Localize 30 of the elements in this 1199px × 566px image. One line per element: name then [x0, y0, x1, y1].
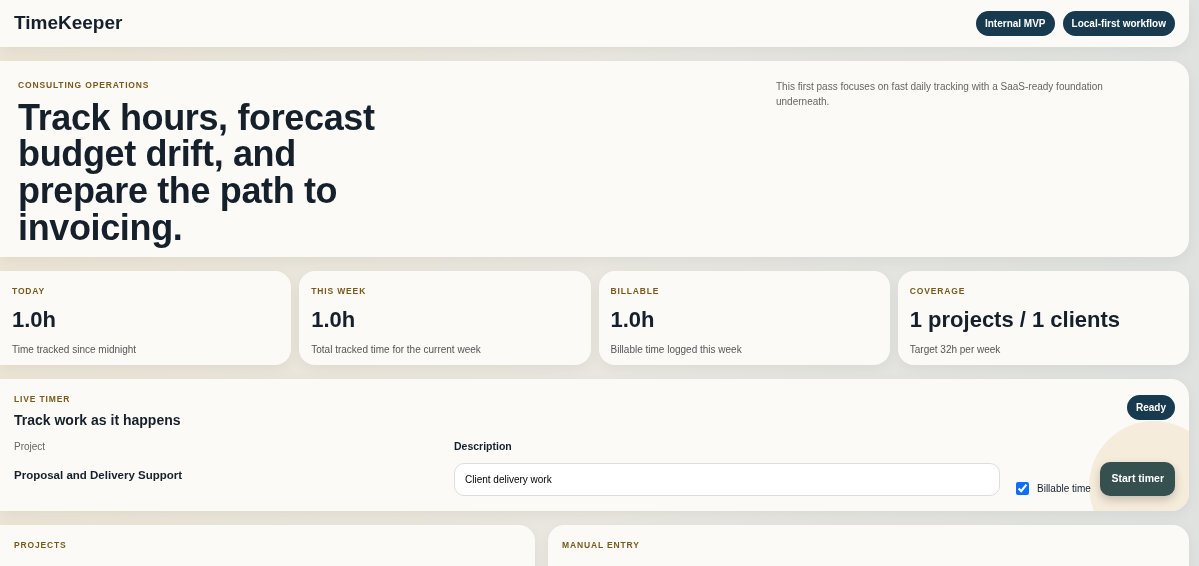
status-badge: Local-first workflow	[1062, 11, 1175, 36]
hero-headline: Track hours, forecast budget drift, and prepare the path to invoicing.	[18, 99, 376, 247]
description-field[interactable]: Client delivery work	[454, 462, 1000, 496]
app-title: TimeKeeper	[14, 11, 123, 36]
billable-checkbox[interactable]	[1016, 481, 1029, 495]
checkbox-label: Billable time	[1037, 481, 1091, 496]
section-eyebrow: PROJECTS	[14, 539, 68, 552]
stat-label: TODAY	[12, 285, 47, 298]
stat-value: 1.0h	[12, 305, 58, 334]
start-timer-button[interactable]: Start timer	[1100, 461, 1175, 496]
stat-value: 1.0h	[610, 305, 656, 334]
stat-value: 1 projects / 1 clients	[909, 305, 1122, 334]
stat-label: COVERAGE	[909, 285, 967, 298]
stat-caption: Target 32h per week	[909, 342, 1002, 357]
status-badge: Ready	[1127, 395, 1175, 420]
hero-note: This first pass focuses on fast daily tracking with a SaaS-ready foundation underneath.	[776, 80, 1104, 109]
stat-caption: Total tracked time for the current week	[311, 342, 482, 357]
section-eyebrow: MANUAL ENTRY	[562, 539, 641, 552]
project-name: Proposal and Delivery Support	[14, 467, 184, 483]
stat-label: THIS WEEK	[311, 285, 368, 298]
stat-value: 1.0h	[311, 305, 357, 334]
status-badge: Internal MVP	[975, 11, 1055, 36]
field-label: Description	[454, 438, 513, 454]
stat-caption: Billable time logged this week	[610, 342, 743, 357]
field-label: Project	[14, 439, 47, 454]
stat-label: BILLABLE	[610, 285, 661, 298]
section-eyebrow: LIVE TIMER	[14, 393, 72, 406]
section-eyebrow: CONSULTING OPERATIONS	[18, 79, 151, 92]
stat-caption: Time tracked since midnight	[12, 342, 138, 357]
section-title: Track work as it happens	[14, 410, 181, 430]
